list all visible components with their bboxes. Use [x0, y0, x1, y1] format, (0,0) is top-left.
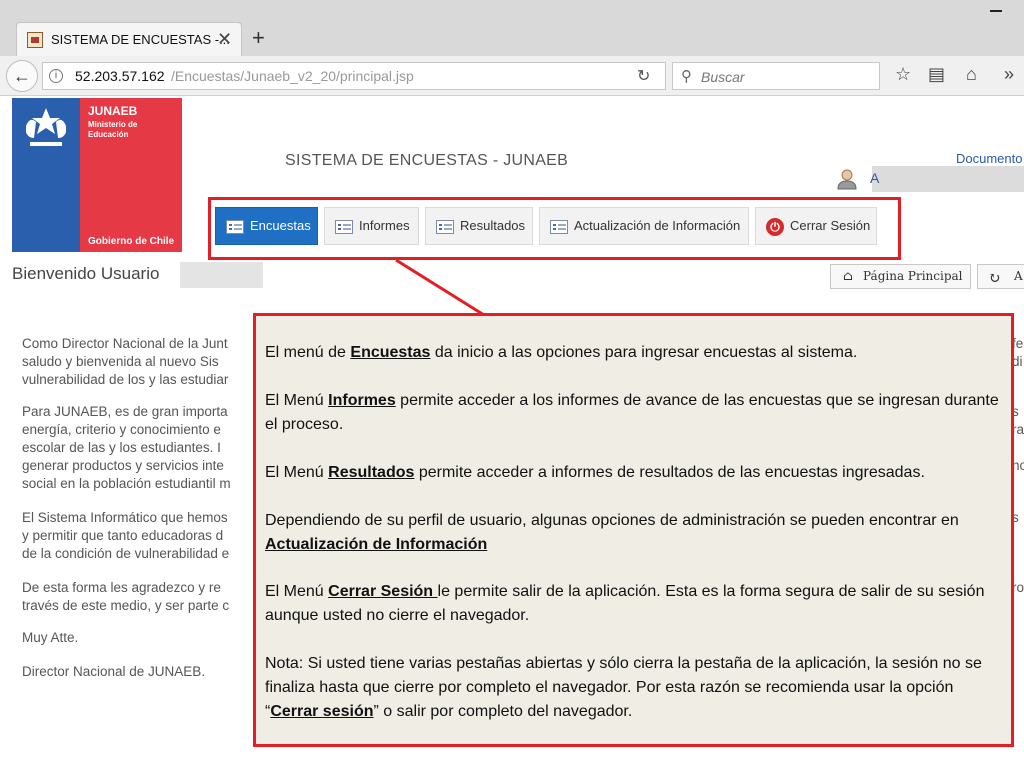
close-tab-icon[interactable]: ✕: [217, 29, 232, 49]
browser-navbar: ← i 52.203.57.162 /Encuestas/Junaeb_v2_2…: [0, 56, 1024, 96]
username-redacted: [180, 262, 263, 288]
overflow-icon[interactable]: »: [1004, 64, 1014, 84]
menu-informes[interactable]: Informes: [324, 207, 419, 245]
browser-tab[interactable]: SISTEMA DE ENCUESTAS -... ✕: [16, 22, 242, 56]
callout-paragraph: Dependiendo de su perfil de usuario, alg…: [265, 509, 1007, 557]
home-icon[interactable]: ⌂: [966, 64, 977, 84]
callout-paragraph: El Menú Informes permite acceder a los i…: [265, 389, 1007, 437]
callout-keyword: Cerrar sesión: [270, 703, 374, 720]
body-text-line: El Sistema Informático que hemos: [22, 510, 228, 525]
callout-keyword: Informes: [328, 392, 396, 409]
system-title: SISTEMA DE ENCUESTAS - JUNAEB: [285, 152, 569, 169]
search-placeholder: Buscar: [701, 69, 745, 85]
body-text-line: Muy Atte.: [22, 630, 79, 645]
logo-name: JUNAEB: [88, 104, 138, 118]
callout-text: El menú de: [265, 344, 351, 361]
body-text-line: energía, criterio y conocimiento e: [22, 422, 221, 437]
body-text-line: Director Nacional de JUNAEB.: [22, 664, 206, 679]
body-text-line: vulnerabilidad de los y las estudiar: [22, 372, 229, 387]
callout-keyword: Encuestas: [350, 344, 431, 361]
body-text-line: escolar de las y los estudiantes. I: [22, 440, 221, 455]
logo-blue-panel: [12, 98, 80, 252]
callout-keyword: Resultados: [328, 464, 415, 481]
home-icon: ⌂: [843, 269, 853, 284]
search-input[interactable]: ⚲ Buscar: [672, 62, 880, 90]
info-icon[interactable]: i: [49, 69, 63, 83]
body-text-line: Como Director Nacional de la Junt: [22, 336, 228, 351]
refresh-icon: ↻: [988, 269, 1001, 287]
body-text-line: social en la población estudiantil m: [22, 476, 231, 491]
favicon-icon: [27, 32, 43, 48]
refresh-button-label: A: [1014, 269, 1023, 283]
menu-resultados[interactable]: Resultados: [425, 207, 533, 245]
body-text-line: Para JUNAEB, es de gran importa: [22, 404, 228, 419]
callout-text: El Menú: [265, 464, 329, 481]
power-icon: ⏻: [766, 218, 784, 236]
bookmark-star-icon[interactable]: ☆: [895, 64, 911, 84]
callout-paragraph: El Menú Cerrar Sesión le permite salir d…: [265, 580, 1007, 628]
callout-text: Dependiendo de su perfil de usuario, alg…: [265, 512, 959, 529]
browser-titlebar: SISTEMA DE ENCUESTAS -... ✕ +: [0, 0, 1024, 56]
callout-paragraph: El menú de Encuestas da inicio a las opc…: [265, 341, 1007, 365]
minimize-icon[interactable]: [990, 10, 1002, 12]
menu-label: Encuestas: [250, 218, 311, 233]
help-callout: El menú de Encuestas da inicio a las opc…: [253, 313, 1014, 747]
menu-cerrar-sesion[interactable]: ⏻ Cerrar Sesión: [755, 207, 877, 245]
callout-paragraph: El Menú Resultados permite acceder a inf…: [265, 461, 1007, 485]
logo-government: Gobierno de Chile: [88, 236, 175, 247]
callout-keyword: Cerrar Sesión: [328, 583, 438, 600]
logo-subtitle: Ministerio de Educación: [88, 120, 138, 139]
body-text-line: y permitir que tanto educadoras d: [22, 528, 224, 543]
list-icon: [436, 220, 454, 234]
body-text-line: generar productos y servicios inte: [22, 458, 224, 473]
new-tab-icon[interactable]: +: [252, 26, 265, 50]
welcome-text: Bienvenido Usuario: [12, 264, 160, 283]
back-arrow-icon[interactable]: ←: [6, 60, 38, 92]
url-path: /Encuestas/Junaeb_v2_20/principal.jsp: [171, 68, 414, 84]
tab-title: SISTEMA DE ENCUESTAS -...: [51, 32, 230, 47]
list-icon: [226, 220, 244, 234]
menu-label: Cerrar Sesión: [790, 218, 871, 233]
list-icon: [335, 220, 353, 234]
menu-encuestas[interactable]: Encuestas: [215, 207, 318, 245]
search-icon: ⚲: [681, 68, 692, 85]
home-button-label: Página Principal: [863, 269, 963, 283]
callout-paragraph: Nota: Si usted tiene varias pestañas abi…: [265, 652, 1007, 724]
body-text-line: De esta forma les agradezco y re: [22, 580, 221, 595]
callout-text: El Menú: [265, 583, 329, 600]
callout-keyword: Actualización de Información: [265, 536, 488, 553]
reading-list-icon[interactable]: ▤: [928, 64, 945, 84]
home-page-button[interactable]: ⌂ Página Principal: [830, 264, 971, 289]
body-text-line: saludo y bienvenida al nuevo Sis: [22, 354, 219, 369]
list-icon: [550, 220, 568, 234]
chile-crest-icon: [26, 108, 66, 146]
reload-icon[interactable]: ↻: [637, 66, 650, 86]
user-avatar-icon: [837, 169, 857, 190]
menu-label: Actualización de Información: [574, 218, 741, 233]
user-name-redacted: A: [870, 166, 1024, 192]
junaeb-logo[interactable]: JUNAEB Ministerio de Educación Gobierno …: [12, 98, 182, 252]
url-host: 52.203.57.162: [75, 68, 165, 84]
callout-text: ” o salir por completo del navegador.: [373, 703, 633, 720]
refresh-button[interactable]: ↻ A: [977, 264, 1024, 289]
menu-actualizacion[interactable]: Actualización de Información: [539, 207, 749, 245]
callout-text: da inicio a las opciones para ingresar e…: [430, 344, 858, 361]
body-text-line: de la condición de vulnerabilidad e: [22, 546, 230, 561]
menu-label: Resultados: [460, 218, 526, 233]
user-initial: A: [870, 170, 880, 186]
url-bar[interactable]: i 52.203.57.162 /Encuestas/Junaeb_v2_20/…: [42, 62, 666, 90]
callout-text: permite acceder a informes de resultados…: [414, 464, 925, 481]
documents-link[interactable]: Documento: [956, 151, 1022, 166]
menu-highlight-box: Encuestas Informes Resultados Actualizac…: [208, 197, 901, 260]
body-text-line: través de este medio, y ser parte c: [22, 598, 230, 613]
callout-text: El Menú: [265, 392, 329, 409]
menu-label: Informes: [359, 218, 410, 233]
